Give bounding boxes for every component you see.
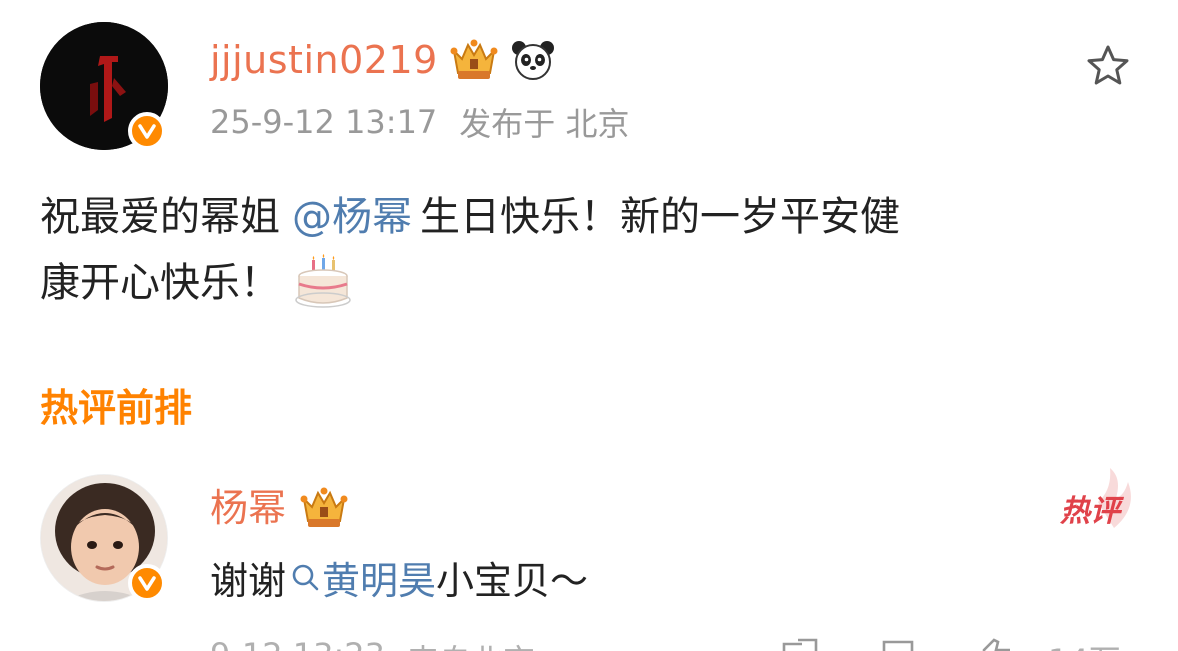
hot-comment-tag: 热评 xyxy=(1054,468,1140,530)
verified-v-icon xyxy=(128,112,166,150)
post-meta-row: 25-9-12 13:17 发布于 北京 xyxy=(210,100,629,144)
panda-icon[interactable] xyxy=(510,37,556,83)
membership-crown-icon[interactable] xyxy=(298,485,350,531)
post-body: 祝最爱的幂姐 @杨幂 生日快乐！新的一岁平安健 康开心快乐！ xyxy=(40,184,1130,316)
comment-location: 来自北京 xyxy=(407,636,535,651)
comment-text-prefix: 谢谢 xyxy=(210,558,287,603)
like-icon[interactable] xyxy=(976,636,1016,651)
search-icon xyxy=(292,564,319,591)
mention-link[interactable]: @杨幂 xyxy=(292,184,412,250)
comment-username-row: 杨幂 xyxy=(210,482,350,534)
comment-footer-row: 9-12 13:23 来自北京 xyxy=(210,636,535,651)
star-outline-icon xyxy=(1087,45,1129,85)
post-username[interactable]: jjjustin0219 xyxy=(210,34,438,86)
post-body-line-1: 祝最爱的幂姐 @杨幂 生日快乐！新的一岁平安健 xyxy=(40,184,1130,250)
post-body-line-2: 康开心快乐！ xyxy=(40,250,1130,316)
search-term-link[interactable]: 黄明昊 xyxy=(286,550,436,605)
comment-text-suffix: 小宝贝～ xyxy=(436,558,589,603)
post-body-prefix: 祝最爱的幂姐 xyxy=(40,194,280,240)
verified-v-icon xyxy=(128,564,166,602)
membership-crown-icon[interactable] xyxy=(448,37,500,83)
share-icon[interactable] xyxy=(780,636,820,651)
post-time: 25-9-12 13:17 xyxy=(210,103,438,141)
post-body-line-2-text: 康开心快乐！ xyxy=(40,260,280,306)
favorite-button[interactable] xyxy=(1082,40,1134,92)
birthday-cake-icon xyxy=(295,254,351,308)
search-term-label[interactable]: 黄明昊 xyxy=(322,550,436,605)
hot-tag-label: 热评 xyxy=(1060,494,1120,529)
comment-username[interactable]: 杨幂 xyxy=(210,482,286,534)
comment-icon[interactable] xyxy=(878,636,918,651)
comment-time: 9-12 13:23 xyxy=(210,636,385,651)
comment-actions xyxy=(780,636,1016,651)
post-body-suffix: 生日快乐！新的一岁平安健 xyxy=(420,194,900,240)
hot-comments-title: 热评前排 xyxy=(40,386,193,430)
post-location: 发布于 北京 xyxy=(459,105,630,143)
comment-text: 谢谢 黄明昊 小宝贝～ xyxy=(210,546,588,608)
post-username-row: jjjustin0219 xyxy=(210,34,556,86)
like-count: 14万 xyxy=(1048,636,1121,651)
weibo-post-screen: jjjustin0219 25-9-12 13:17 发布于 北京 祝最爱的幂姐… xyxy=(0,0,1178,651)
